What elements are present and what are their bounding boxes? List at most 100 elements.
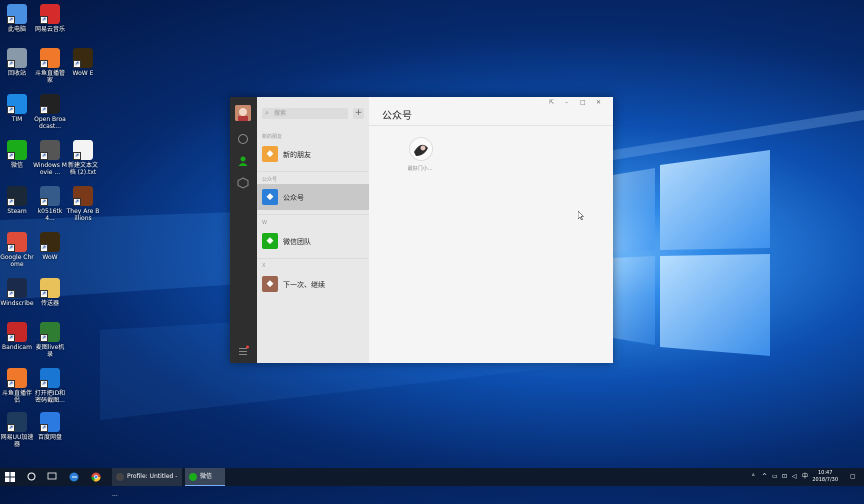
contacts-icon[interactable] — [237, 155, 249, 167]
list-item[interactable]: ◆ 微信团队 — [257, 228, 369, 254]
volume-icon[interactable]: ◁ — [792, 468, 800, 486]
desktop-icon[interactable]: ↗ 回收站 — [0, 48, 34, 77]
mouse-cursor-icon — [578, 211, 584, 220]
baidu-netdisk-icon: ↗ — [40, 412, 60, 432]
shortcut-arrow-icon: ↗ — [7, 244, 15, 252]
shortcut-arrow-icon: ↗ — [40, 380, 48, 388]
chrome-icon[interactable] — [91, 468, 103, 486]
divider — [369, 125, 613, 126]
shortcut-arrow-icon: ↗ — [40, 16, 48, 24]
edge-icon[interactable] — [69, 468, 81, 486]
add-button[interactable]: + — [353, 108, 364, 119]
notification-icon[interactable]: ▢ — [850, 468, 860, 486]
desktop-icon[interactable]: ↗ 网易UU加速器 — [0, 412, 34, 448]
taskbar-app[interactable]: Profile: Untitled - ... — [112, 468, 182, 498]
shortcut-arrow-icon: ↗ — [40, 424, 48, 432]
ime-indicator[interactable]: 中 — [802, 468, 810, 486]
recycle-bin-icon: ↗ — [7, 48, 27, 68]
computer-icon: ↗ — [7, 4, 27, 24]
wechat-team-icon: ◆ — [262, 233, 278, 249]
desktop-icon-label: 斗鱼直播伴侣 — [1, 390, 32, 404]
search-icon[interactable] — [27, 468, 39, 486]
desktop-icon[interactable]: ↗ 新建文本文档 (2).txt — [66, 140, 100, 176]
chat-icon[interactable] — [237, 133, 249, 145]
shortcut-arrow-icon: ↗ — [40, 106, 48, 114]
shortcut-arrow-icon: ↗ — [7, 380, 15, 388]
search-input[interactable]: 搜索 — [262, 108, 348, 119]
task-view-icon[interactable] — [47, 468, 59, 486]
shortcut-arrow-icon: ↗ — [7, 60, 15, 68]
official-account-avatar[interactable] — [409, 137, 433, 161]
divider — [257, 171, 369, 172]
new-friend-icon: ◆ — [262, 146, 278, 162]
desktop-icon-label: Windscribe — [0, 300, 34, 307]
desktop-icon-label: 网易UU加速器 — [0, 434, 34, 448]
list-item[interactable]: ◆ 新的朋友 — [257, 141, 369, 167]
start-button[interactable] — [5, 468, 19, 486]
divider — [257, 214, 369, 215]
section-header: 公众号 — [262, 177, 278, 183]
desktop-icon-label: 麦图live机录 — [35, 344, 65, 358]
desktop-icon[interactable]: ↗ k0516tk4... — [33, 186, 67, 222]
search-icon: ⌕ — [265, 109, 269, 117]
desktop-icon-label: 传送器 — [40, 300, 59, 307]
maximize-button[interactable]: □ — [580, 99, 586, 106]
wechat-sidebar — [230, 97, 257, 363]
tray-monitor-icon[interactable]: ▭ — [772, 468, 780, 486]
windscribe-icon: ↗ — [7, 278, 27, 298]
list-item[interactable]: ◆ 公众号 — [257, 184, 369, 210]
text-file-icon: ↗ — [73, 140, 93, 160]
section-header: W — [262, 220, 267, 226]
pin-button[interactable]: ⇱ — [549, 99, 554, 106]
desktop-icon[interactable]: ↗ Windows Movie ... — [33, 140, 67, 176]
desktop-icon[interactable]: ↗ 麦图live机录 — [33, 322, 67, 358]
close-button[interactable]: ✕ — [596, 99, 601, 106]
desktop-icon-label: 微信 — [10, 162, 23, 169]
official-account-name[interactable]: 最好门小... — [402, 165, 438, 172]
list-item-label: 新的朋友 — [283, 151, 311, 159]
desktop-icon[interactable]: ↗ TIM — [0, 94, 34, 123]
desktop-icon[interactable]: ↗ 斗鱼直播伴侣 — [0, 368, 34, 404]
clock[interactable]: 10:47 2018/7/30 — [812, 470, 838, 484]
desktop-icon-label: 回收站 — [7, 70, 26, 77]
wechat-window[interactable]: 搜索 ⌕ + 新的朋友 ◆ 新的朋友 公众号 ◆ 公众号 W ◆ 微信团队 X ◆ 下一次、继续 公众… — [230, 97, 613, 363]
prof-icon: ↗ — [40, 322, 60, 342]
desktop-icon[interactable]: ↗ Bandicam — [0, 322, 34, 351]
minimize-button[interactable]: – — [565, 99, 568, 106]
tray-chevron-icon[interactable]: ^ — [762, 468, 770, 486]
favorites-icon[interactable] — [237, 177, 249, 189]
taskbar-app[interactable]: 微信 — [185, 468, 225, 486]
app-icon: ↗ — [40, 368, 60, 388]
desktop-icon[interactable]: ↗ 斗鱼直播管家 — [33, 48, 67, 84]
list-item[interactable]: ◆ 下一次、继续 — [257, 271, 369, 297]
shortcut-arrow-icon: ↗ — [7, 334, 15, 342]
shortcut-arrow-icon: ↗ — [7, 106, 15, 114]
desktop-icon[interactable]: ↗ 打开把ID和密码截图... — [33, 368, 67, 404]
desktop-icon[interactable]: ↗ 传送器 — [33, 278, 67, 307]
tray-people-icon[interactable]: ᴬ — [752, 468, 760, 486]
tim-icon: ↗ — [7, 94, 27, 114]
shortcut-arrow-icon: ↗ — [73, 152, 81, 160]
desktop-icon[interactable]: ↗ They Are Billions — [66, 186, 100, 222]
desktop-icon[interactable]: ↗ Google Chrome — [0, 232, 34, 268]
desktop-icon-label: 打开把ID和密码截图... — [34, 390, 66, 404]
douyu-icon: ↗ — [7, 368, 27, 388]
desktop-icon[interactable]: ↗ 微信 — [0, 140, 34, 169]
desktop-icon-label: Windows Movie ... — [33, 162, 67, 176]
desktop-icon[interactable]: ↗ 百度网盘 — [33, 412, 67, 441]
desktop-icon[interactable]: ↗ 网易云音乐 — [33, 4, 67, 33]
desktop-icon[interactable]: ↗ Windscribe — [0, 278, 34, 307]
menu-icon[interactable] — [237, 345, 249, 357]
wow-icon: ↗ — [40, 232, 60, 252]
desktop-icon[interactable]: ↗ 此电脑 — [0, 4, 34, 33]
desktop-icon[interactable]: ↗ WoW — [33, 232, 67, 261]
official-account-icon: ◆ — [262, 189, 278, 205]
page-title: 公众号 — [382, 111, 412, 122]
desktop-icon[interactable]: ↗ Open Broadcast... — [33, 94, 67, 130]
shortcut-arrow-icon: ↗ — [40, 334, 48, 342]
desktop-icon[interactable]: ↗ WoW E — [66, 48, 100, 77]
desktop-icon[interactable]: ↗ Steam — [0, 186, 34, 215]
network-icon[interactable]: ⊡ — [782, 468, 790, 486]
user-avatar[interactable] — [235, 105, 251, 121]
divider — [257, 258, 369, 259]
